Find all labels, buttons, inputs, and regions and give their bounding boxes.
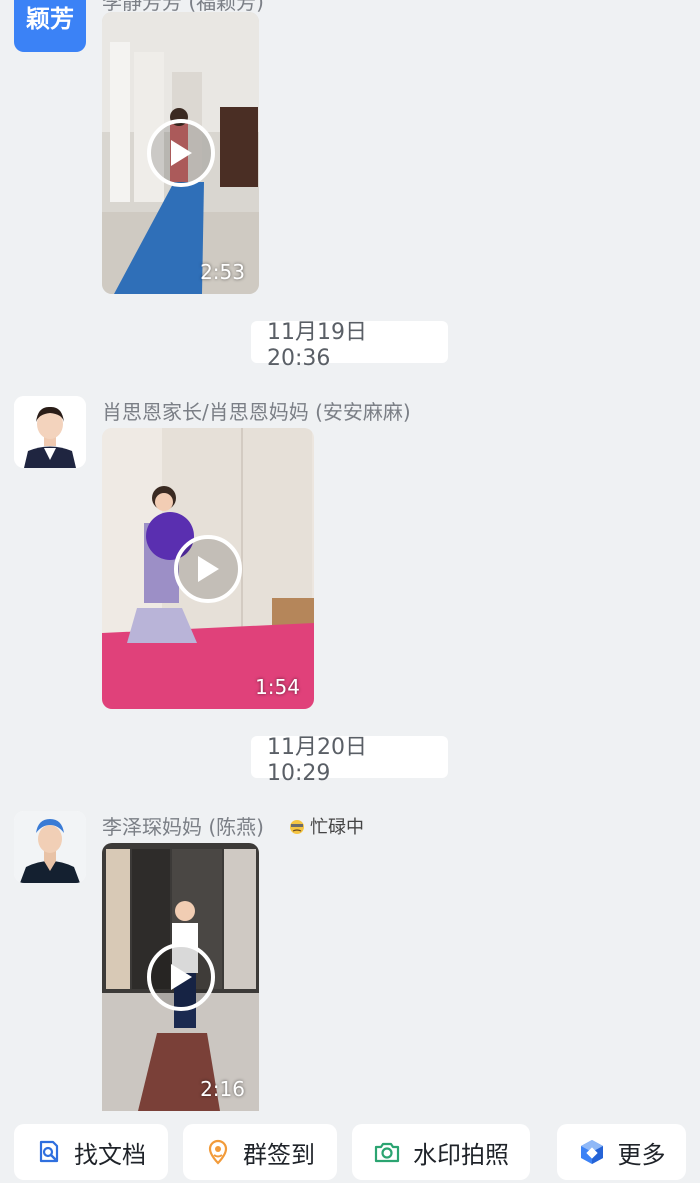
video-message[interactable]: 1:54 xyxy=(102,428,314,709)
play-icon xyxy=(198,555,219,582)
play-icon xyxy=(170,964,192,990)
timestamp: 11月19日 20:36 xyxy=(251,320,448,371)
find-docs-button[interactable]: 找文档 xyxy=(14,1124,168,1180)
status-text: 忙碌中 xyxy=(310,817,364,838)
location-pin-icon xyxy=(208,1139,228,1165)
cube-apps-icon xyxy=(580,1140,603,1164)
avatar[interactable] xyxy=(14,396,86,468)
avatar[interactable] xyxy=(14,811,86,883)
video-message[interactable]: 2:53 xyxy=(102,12,259,294)
video-duration: 2:16 xyxy=(200,1077,245,1101)
avatar-photo xyxy=(14,811,86,883)
busy-emoji-icon xyxy=(290,820,304,834)
more-button[interactable]: 更多 xyxy=(557,1124,686,1180)
avatar-photo xyxy=(14,396,86,468)
video-duration: 1:54 xyxy=(255,675,300,699)
watermark-photo-button[interactable]: 水印拍照 xyxy=(352,1124,530,1180)
video-duration: 2:53 xyxy=(200,260,245,284)
timestamp: 11月20日 10:29 xyxy=(251,735,448,786)
watermark-photo-label: 水印拍照 xyxy=(413,1140,509,1169)
play-button[interactable] xyxy=(174,534,242,603)
camera-icon xyxy=(374,1142,400,1163)
avatar[interactable]: 颖芳 xyxy=(14,0,86,52)
document-search-icon xyxy=(39,1140,59,1163)
sender-name: 肖思恩家长/肖思恩妈妈 (安安麻麻) xyxy=(102,400,411,424)
play-button[interactable] xyxy=(146,119,215,187)
group-checkin-button[interactable]: 群签到 xyxy=(183,1124,337,1180)
avatar-initials: 颖芳 xyxy=(26,4,74,33)
play-icon xyxy=(170,140,192,166)
user-status: 忙碌中 xyxy=(288,813,364,839)
video-message[interactable]: 2:16 xyxy=(102,843,259,1111)
more-label: 更多 xyxy=(617,1140,666,1169)
find-docs-label: 找文档 xyxy=(74,1140,146,1169)
sender-name: 李泽琛妈妈 (陈燕) xyxy=(102,815,264,839)
group-checkin-label: 群签到 xyxy=(243,1140,315,1169)
play-button[interactable] xyxy=(146,943,215,1011)
